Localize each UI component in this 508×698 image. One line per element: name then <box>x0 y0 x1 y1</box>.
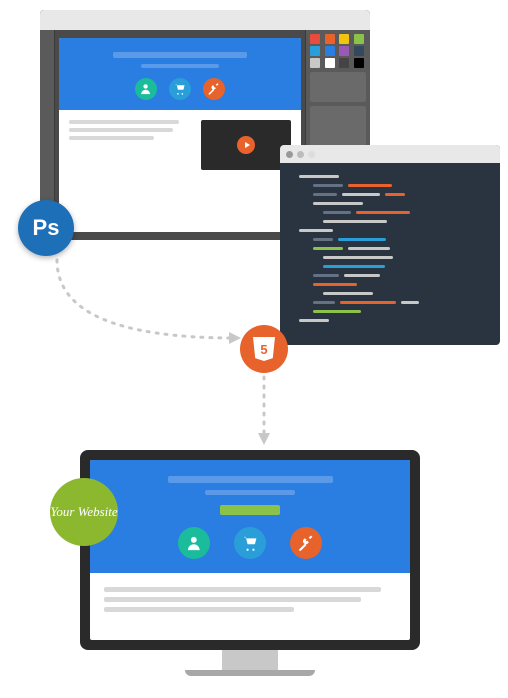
color-swatch <box>354 58 364 68</box>
ps-titlebar <box>40 10 370 30</box>
code-body <box>280 163 500 334</box>
code-line <box>294 184 486 187</box>
ps-label: Ps <box>33 215 60 241</box>
tools-icon <box>290 527 322 559</box>
color-swatch <box>339 34 349 44</box>
window-dot <box>308 151 315 158</box>
monitor <box>80 450 420 676</box>
code-line <box>294 265 486 268</box>
video-thumbnail <box>201 120 291 170</box>
code-editor-window <box>280 145 500 345</box>
html5-label: 5 <box>260 342 267 357</box>
cart-icon <box>234 527 266 559</box>
placeholder-subtitle <box>205 490 295 495</box>
code-line <box>294 220 486 223</box>
code-line <box>294 283 486 286</box>
code-line <box>294 229 486 232</box>
website-body <box>90 573 410 626</box>
color-swatch <box>310 46 320 56</box>
cta-button-placeholder <box>220 505 280 515</box>
window-dot <box>297 151 304 158</box>
monitor-stand <box>222 650 278 670</box>
ps-swatches <box>310 34 366 68</box>
color-swatch <box>339 58 349 68</box>
website-header <box>90 460 410 573</box>
photoshop-badge: Ps <box>18 200 74 256</box>
color-swatch <box>354 34 364 44</box>
placeholder-title <box>168 476 333 483</box>
code-line <box>294 202 486 205</box>
play-icon <box>237 136 255 154</box>
color-swatch <box>339 46 349 56</box>
color-swatch <box>325 34 335 44</box>
html5-shield-icon: 5 <box>253 337 275 361</box>
arrow-html5-to-monitor <box>252 375 282 455</box>
code-line <box>294 292 486 295</box>
code-line <box>294 193 486 196</box>
monitor-screen <box>80 450 420 650</box>
code-line <box>294 310 486 313</box>
color-swatch <box>325 58 335 68</box>
placeholder-subtitle <box>141 64 219 68</box>
color-swatch <box>325 46 335 56</box>
person-icon <box>135 78 157 100</box>
color-swatch <box>310 58 320 68</box>
color-swatch <box>354 46 364 56</box>
color-swatch <box>310 34 320 44</box>
your-website-label: Your Website <box>50 504 117 520</box>
website-icon-row <box>100 527 400 559</box>
code-line <box>294 175 486 178</box>
placeholder-title <box>113 52 246 58</box>
placeholder-text <box>104 587 396 612</box>
html5-badge: 5 <box>240 325 288 373</box>
monitor-display <box>90 460 410 640</box>
code-line <box>294 256 486 259</box>
code-titlebar <box>280 145 500 163</box>
arrow-ps-to-html5 <box>45 248 265 358</box>
placeholder-text <box>69 120 191 170</box>
code-line <box>294 238 486 241</box>
person-icon <box>178 527 210 559</box>
your-website-badge: Your Website <box>50 478 118 546</box>
code-line <box>294 247 486 250</box>
design-header <box>59 38 301 110</box>
monitor-base <box>185 670 315 676</box>
tools-icon <box>203 78 225 100</box>
ps-panel <box>310 72 366 102</box>
design-icon-row <box>69 78 291 100</box>
code-line <box>294 301 486 304</box>
design-body <box>59 110 301 180</box>
ps-canvas <box>55 30 305 240</box>
code-line <box>294 274 486 277</box>
code-line <box>294 319 486 322</box>
code-line <box>294 211 486 214</box>
cart-icon <box>169 78 191 100</box>
design-mockup <box>59 38 301 232</box>
window-dot <box>286 151 293 158</box>
